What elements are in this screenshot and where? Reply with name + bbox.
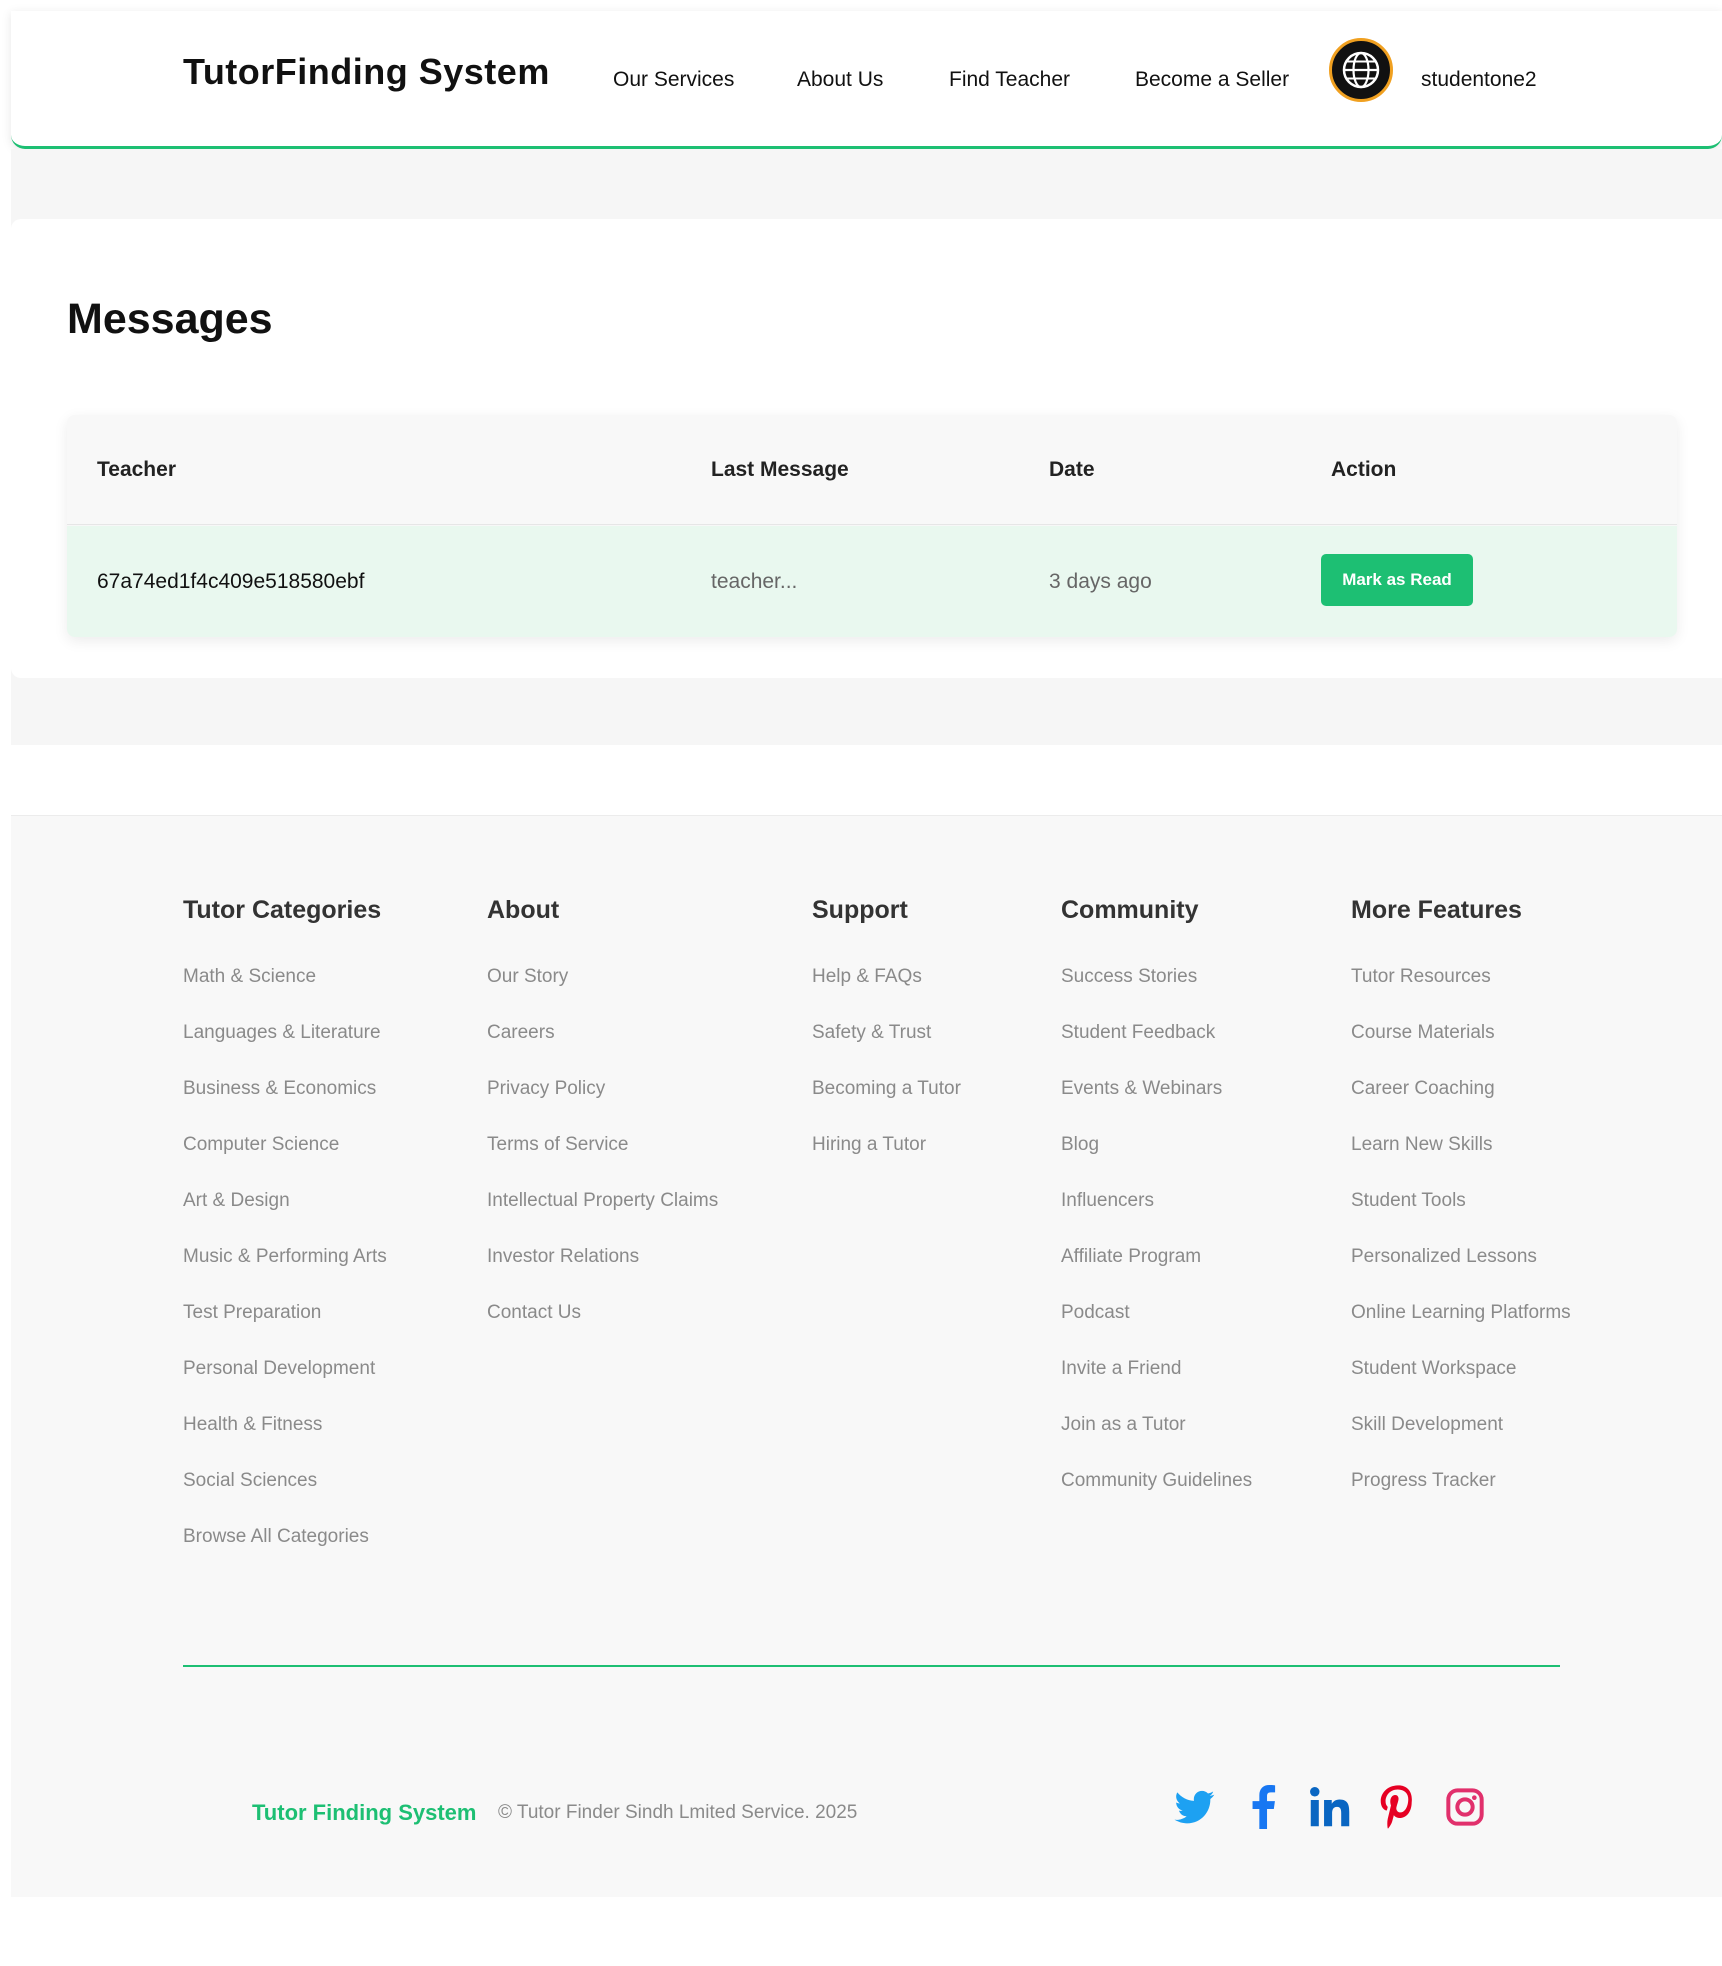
- column-header-last-message: Last Message: [711, 458, 849, 481]
- footer-link[interactable]: Tutor Resources: [1351, 966, 1571, 1022]
- footer-link[interactable]: Influencers: [1061, 1190, 1252, 1246]
- last-message-cell: teacher...: [711, 570, 798, 593]
- table-header: Teacher Last Message Date Action: [67, 415, 1677, 525]
- footer-link[interactable]: Student Feedback: [1061, 1022, 1252, 1078]
- footer-column-title: Support: [812, 896, 908, 924]
- page-title: Messages: [67, 295, 273, 343]
- globe-icon[interactable]: [1329, 38, 1393, 102]
- footer-link[interactable]: Progress Tracker: [1351, 1470, 1571, 1526]
- footer-link[interactable]: Affiliate Program: [1061, 1246, 1252, 1302]
- column-header-teacher: Teacher: [97, 458, 176, 481]
- pinterest-icon[interactable]: [1375, 1784, 1421, 1830]
- footer-column-support: Support Help & FAQs Safety & Trust Becom…: [812, 896, 961, 1190]
- footer-link[interactable]: Investor Relations: [487, 1246, 718, 1302]
- footer-link[interactable]: Our Story: [487, 966, 718, 1022]
- footer-column-community: Community Success Stories Student Feedba…: [1061, 896, 1252, 1526]
- footer-link[interactable]: Invite a Friend: [1061, 1358, 1252, 1414]
- footer: Tutor Categories Math & Science Language…: [11, 815, 1722, 1897]
- nav-find-teacher[interactable]: Find Teacher: [949, 68, 1070, 92]
- footer-link[interactable]: Blog: [1061, 1134, 1252, 1190]
- footer-brand[interactable]: Tutor Finding System: [252, 1800, 476, 1826]
- footer-divider: [183, 1665, 1560, 1667]
- footer-link[interactable]: Test Preparation: [183, 1302, 387, 1358]
- footer-link[interactable]: Student Workspace: [1351, 1358, 1571, 1414]
- teacher-id-cell: 67a74ed1f4c409e518580ebf: [97, 570, 365, 593]
- footer-link[interactable]: Course Materials: [1351, 1022, 1571, 1078]
- column-header-date: Date: [1049, 458, 1095, 481]
- messages-table: Teacher Last Message Date Action 67a74ed…: [67, 415, 1677, 637]
- twitter-icon[interactable]: [1172, 1784, 1218, 1830]
- footer-column-title: About: [487, 896, 560, 924]
- footer-link[interactable]: Learn New Skills: [1351, 1134, 1571, 1190]
- footer-link[interactable]: Health & Fitness: [183, 1414, 387, 1470]
- footer-link[interactable]: Browse All Categories: [183, 1526, 387, 1582]
- footer-link[interactable]: Online Learning Platforms: [1351, 1302, 1571, 1358]
- footer-link[interactable]: Languages & Literature: [183, 1022, 387, 1078]
- footer-column-more-features: More Features Tutor Resources Course Mat…: [1351, 896, 1571, 1526]
- footer-link[interactable]: Careers: [487, 1022, 718, 1078]
- footer-link[interactable]: Safety & Trust: [812, 1022, 961, 1078]
- footer-link[interactable]: Contact Us: [487, 1302, 718, 1358]
- footer-column-title: Community: [1061, 896, 1199, 924]
- footer-link[interactable]: Art & Design: [183, 1190, 387, 1246]
- facebook-icon[interactable]: [1240, 1784, 1286, 1830]
- footer-column-tutor-categories: Tutor Categories Math & Science Language…: [183, 896, 387, 1582]
- date-cell: 3 days ago: [1049, 570, 1152, 593]
- instagram-icon[interactable]: [1442, 1784, 1488, 1830]
- footer-link[interactable]: Career Coaching: [1351, 1078, 1571, 1134]
- nav-our-services[interactable]: Our Services: [613, 68, 734, 92]
- footer-column-title: Tutor Categories: [183, 896, 382, 924]
- user-menu[interactable]: studentone2: [1421, 68, 1537, 92]
- nav-about-us[interactable]: About Us: [797, 68, 883, 92]
- linkedin-icon[interactable]: [1307, 1784, 1353, 1830]
- footer-link[interactable]: Privacy Policy: [487, 1078, 718, 1134]
- footer-link[interactable]: Math & Science: [183, 966, 387, 1022]
- footer-link[interactable]: Social Sciences: [183, 1470, 387, 1526]
- footer-link[interactable]: Intellectual Property Claims: [487, 1190, 718, 1246]
- footer-column-title: More Features: [1351, 896, 1522, 924]
- footer-link[interactable]: Terms of Service: [487, 1134, 718, 1190]
- brand-logo[interactable]: TutorFinding System: [183, 51, 550, 93]
- footer-link[interactable]: Computer Science: [183, 1134, 387, 1190]
- footer-link[interactable]: Student Tools: [1351, 1190, 1571, 1246]
- footer-link[interactable]: Becoming a Tutor: [812, 1078, 961, 1134]
- copyright-text: © Tutor Finder Sindh Lmited Service. 202…: [498, 1802, 858, 1823]
- footer-link[interactable]: Personalized Lessons: [1351, 1246, 1571, 1302]
- footer-link[interactable]: Personal Development: [183, 1358, 387, 1414]
- top-navbar: TutorFinding System Our Services About U…: [11, 11, 1722, 149]
- messages-card: Messages Teacher Last Message Date Actio…: [11, 219, 1722, 678]
- table-row[interactable]: 67a74ed1f4c409e518580ebf teacher... 3 da…: [67, 526, 1677, 637]
- nav-become-a-seller[interactable]: Become a Seller: [1135, 68, 1289, 92]
- footer-link[interactable]: Hiring a Tutor: [812, 1134, 961, 1190]
- footer-link[interactable]: Music & Performing Arts: [183, 1246, 387, 1302]
- footer-link[interactable]: Podcast: [1061, 1302, 1252, 1358]
- footer-link[interactable]: Business & Economics: [183, 1078, 387, 1134]
- footer-link[interactable]: Community Guidelines: [1061, 1470, 1252, 1526]
- mark-as-read-button[interactable]: Mark as Read: [1321, 554, 1473, 606]
- column-header-action: Action: [1331, 458, 1397, 481]
- footer-column-about: About Our Story Careers Privacy Policy T…: [487, 896, 718, 1358]
- footer-link[interactable]: Skill Development: [1351, 1414, 1571, 1470]
- footer-link[interactable]: Success Stories: [1061, 966, 1252, 1022]
- footer-link[interactable]: Join as a Tutor: [1061, 1414, 1252, 1470]
- footer-link[interactable]: Help & FAQs: [812, 966, 961, 1022]
- footer-link[interactable]: Events & Webinars: [1061, 1078, 1252, 1134]
